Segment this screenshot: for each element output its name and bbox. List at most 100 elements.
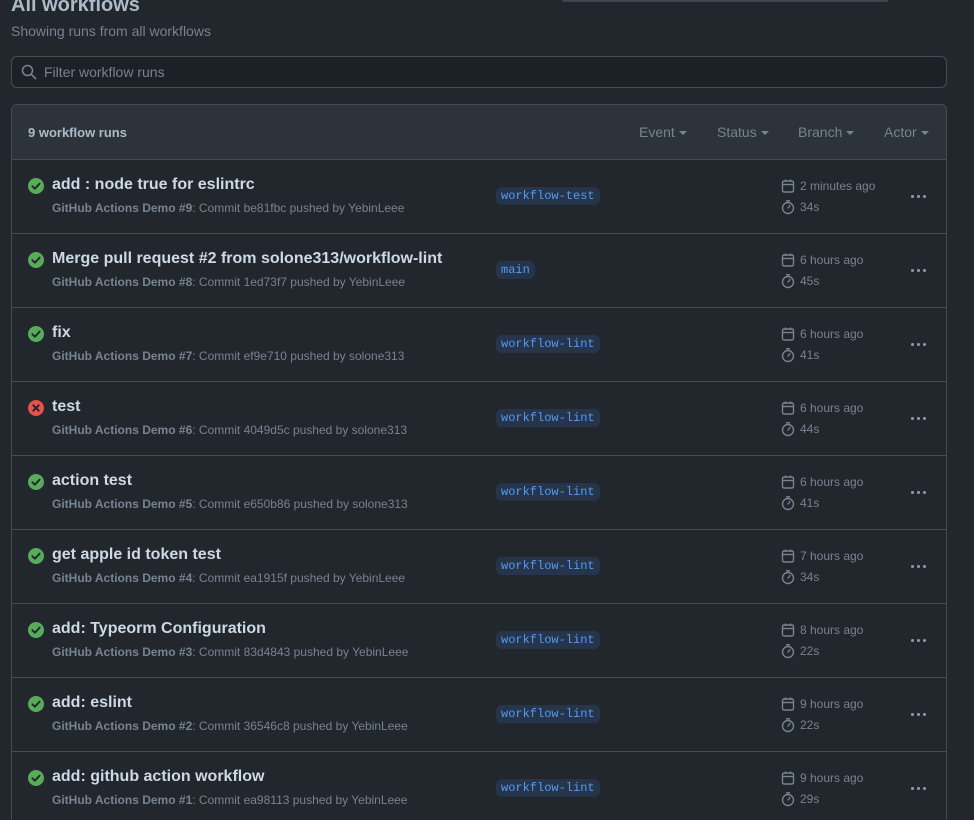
more-options-button[interactable] bbox=[908, 557, 928, 575]
workflow-run-row[interactable]: test GitHub Actions Demo #6: Commit 4049… bbox=[12, 382, 946, 456]
calendar-icon bbox=[781, 327, 795, 341]
check-circle-icon bbox=[28, 548, 44, 564]
more-options-button[interactable] bbox=[908, 335, 928, 353]
more-options-button[interactable] bbox=[908, 261, 928, 279]
run-time: 9 hours ago bbox=[780, 770, 863, 786]
run-title[interactable]: test bbox=[52, 398, 80, 416]
run-title[interactable]: add: Typeorm Configuration bbox=[52, 620, 266, 638]
runs-count: 9 workflow runs bbox=[28, 124, 127, 140]
run-workflow-name[interactable]: GitHub Actions Demo #2 bbox=[52, 719, 192, 733]
branch-badge[interactable]: workflow-test bbox=[496, 187, 600, 205]
kebab-dot-icon bbox=[910, 564, 914, 568]
more-options-button[interactable] bbox=[908, 631, 928, 649]
run-time-label: 7 hours ago bbox=[800, 549, 864, 563]
run-time: 6 hours ago bbox=[780, 400, 863, 416]
more-options-button[interactable] bbox=[908, 779, 928, 797]
run-duration: 22s bbox=[780, 643, 819, 659]
calendar-icon bbox=[781, 623, 795, 637]
branch-filter-label: Branch bbox=[798, 124, 843, 140]
workflow-run-row[interactable]: Merge pull request #2 from solone313/wor… bbox=[12, 234, 946, 308]
more-options-button[interactable] bbox=[908, 409, 928, 427]
branch-filter-button[interactable]: Branch bbox=[798, 124, 855, 140]
run-workflow-name[interactable]: GitHub Actions Demo #9 bbox=[52, 201, 192, 215]
run-title[interactable]: add: github action workflow bbox=[52, 768, 264, 786]
chevron-down-icon bbox=[760, 131, 769, 135]
run-duration-label: 44s bbox=[800, 422, 820, 436]
run-duration: 22s bbox=[780, 717, 819, 733]
workflow-run-row[interactable]: add : node true for eslintrc GitHub Acti… bbox=[12, 160, 946, 234]
workflow-run-row[interactable]: add: github action workflow GitHub Actio… bbox=[12, 752, 946, 820]
event-filter-button[interactable]: Event bbox=[639, 124, 687, 140]
calendar-icon bbox=[781, 253, 795, 267]
status-filter-button[interactable]: Status bbox=[717, 124, 769, 140]
run-meta: GitHub Actions Demo #9: Commit be81fbc p… bbox=[52, 201, 404, 215]
calendar-icon bbox=[781, 401, 795, 415]
actor-filter-button[interactable]: Actor bbox=[884, 124, 929, 140]
kebab-dot-icon bbox=[916, 416, 920, 420]
run-title[interactable]: fix bbox=[52, 324, 71, 342]
kebab-dot-icon bbox=[910, 416, 914, 420]
more-options-button[interactable] bbox=[908, 705, 928, 723]
branch-badge[interactable]: workflow-lint bbox=[496, 557, 600, 575]
status-filter-label: Status bbox=[717, 124, 757, 140]
run-commit-detail: : Commit ef9e710 pushed by solone313 bbox=[192, 349, 405, 363]
run-duration-label: 34s bbox=[800, 200, 820, 214]
run-workflow-name[interactable]: GitHub Actions Demo #6 bbox=[52, 423, 192, 437]
kebab-dot-icon bbox=[910, 490, 914, 494]
run-title[interactable]: get apple id token test bbox=[52, 546, 221, 564]
kebab-dot-icon bbox=[922, 786, 926, 790]
more-options-button[interactable] bbox=[908, 483, 928, 501]
run-workflow-name[interactable]: GitHub Actions Demo #1 bbox=[52, 793, 192, 807]
run-duration-label: 22s bbox=[800, 718, 820, 732]
run-duration: 41s bbox=[780, 347, 819, 363]
workflow-run-row[interactable]: fix GitHub Actions Demo #7: Commit ef9e7… bbox=[12, 308, 946, 382]
run-workflow-name[interactable]: GitHub Actions Demo #3 bbox=[52, 645, 192, 659]
kebab-dot-icon bbox=[916, 564, 920, 568]
kebab-dot-icon bbox=[910, 712, 914, 716]
run-workflow-name[interactable]: GitHub Actions Demo #8 bbox=[52, 275, 192, 289]
run-workflow-name[interactable]: GitHub Actions Demo #7 bbox=[52, 349, 192, 363]
run-title[interactable]: add: eslint bbox=[52, 694, 132, 712]
workflow-run-row[interactable]: add: Typeorm Configuration GitHub Action… bbox=[12, 604, 946, 678]
workflow-run-row[interactable]: get apple id token test GitHub Actions D… bbox=[12, 530, 946, 604]
run-commit-detail: : Commit be81fbc pushed by YebinLeee bbox=[192, 201, 405, 215]
workflow-run-row[interactable]: action test GitHub Actions Demo #5: Comm… bbox=[12, 456, 946, 530]
stopwatch-icon bbox=[781, 496, 795, 511]
run-duration: 34s bbox=[780, 199, 819, 215]
run-workflow-name[interactable]: GitHub Actions Demo #5 bbox=[52, 497, 192, 511]
branch-badge[interactable]: workflow-lint bbox=[496, 779, 600, 797]
calendar-icon bbox=[781, 179, 795, 193]
stopwatch-icon bbox=[781, 274, 795, 289]
run-commit-detail: : Commit ea1915f pushed by YebinLeee bbox=[192, 571, 406, 585]
branch-badge[interactable]: workflow-lint bbox=[496, 335, 600, 353]
workflow-runs-header: 9 workflow runs Event Status Branch Acto… bbox=[12, 105, 946, 160]
stopwatch-icon bbox=[781, 792, 795, 807]
kebab-dot-icon bbox=[922, 416, 926, 420]
kebab-dot-icon bbox=[916, 490, 920, 494]
branch-badge[interactable]: main bbox=[496, 261, 535, 279]
run-title[interactable]: Merge pull request #2 from solone313/wor… bbox=[52, 250, 442, 268]
branch-badge[interactable]: workflow-lint bbox=[496, 631, 600, 649]
run-workflow-name[interactable]: GitHub Actions Demo #4 bbox=[52, 571, 192, 585]
more-options-button[interactable] bbox=[908, 187, 928, 205]
workflow-run-row[interactable]: add: eslint GitHub Actions Demo #2: Comm… bbox=[12, 678, 946, 752]
run-duration: 44s bbox=[780, 421, 819, 437]
run-title[interactable]: add : node true for eslintrc bbox=[52, 176, 255, 194]
branch-badge[interactable]: workflow-lint bbox=[496, 483, 600, 501]
actor-filter-label: Actor bbox=[884, 124, 917, 140]
run-title[interactable]: action test bbox=[52, 472, 132, 490]
run-duration-label: 41s bbox=[800, 496, 820, 510]
run-time-label: 9 hours ago bbox=[800, 697, 864, 711]
filter-runs-input[interactable] bbox=[44, 64, 924, 80]
run-commit-detail: : Commit 36546c8 pushed by YebinLeee bbox=[192, 719, 408, 733]
workflow-runs-list: add : node true for eslintrc GitHub Acti… bbox=[12, 160, 946, 820]
run-meta: GitHub Actions Demo #2: Commit 36546c8 p… bbox=[52, 719, 408, 733]
branch-badge[interactable]: workflow-lint bbox=[496, 705, 600, 723]
check-circle-icon bbox=[28, 326, 44, 342]
run-time-label: 6 hours ago bbox=[800, 327, 864, 341]
branch-badge[interactable]: workflow-lint bbox=[496, 409, 600, 427]
run-meta: GitHub Actions Demo #6: Commit 4049d5c p… bbox=[52, 423, 407, 437]
check-circle-icon bbox=[28, 696, 44, 712]
filter-runs-field[interactable] bbox=[11, 56, 947, 88]
run-meta: GitHub Actions Demo #3: Commit 83d4843 p… bbox=[52, 645, 408, 659]
